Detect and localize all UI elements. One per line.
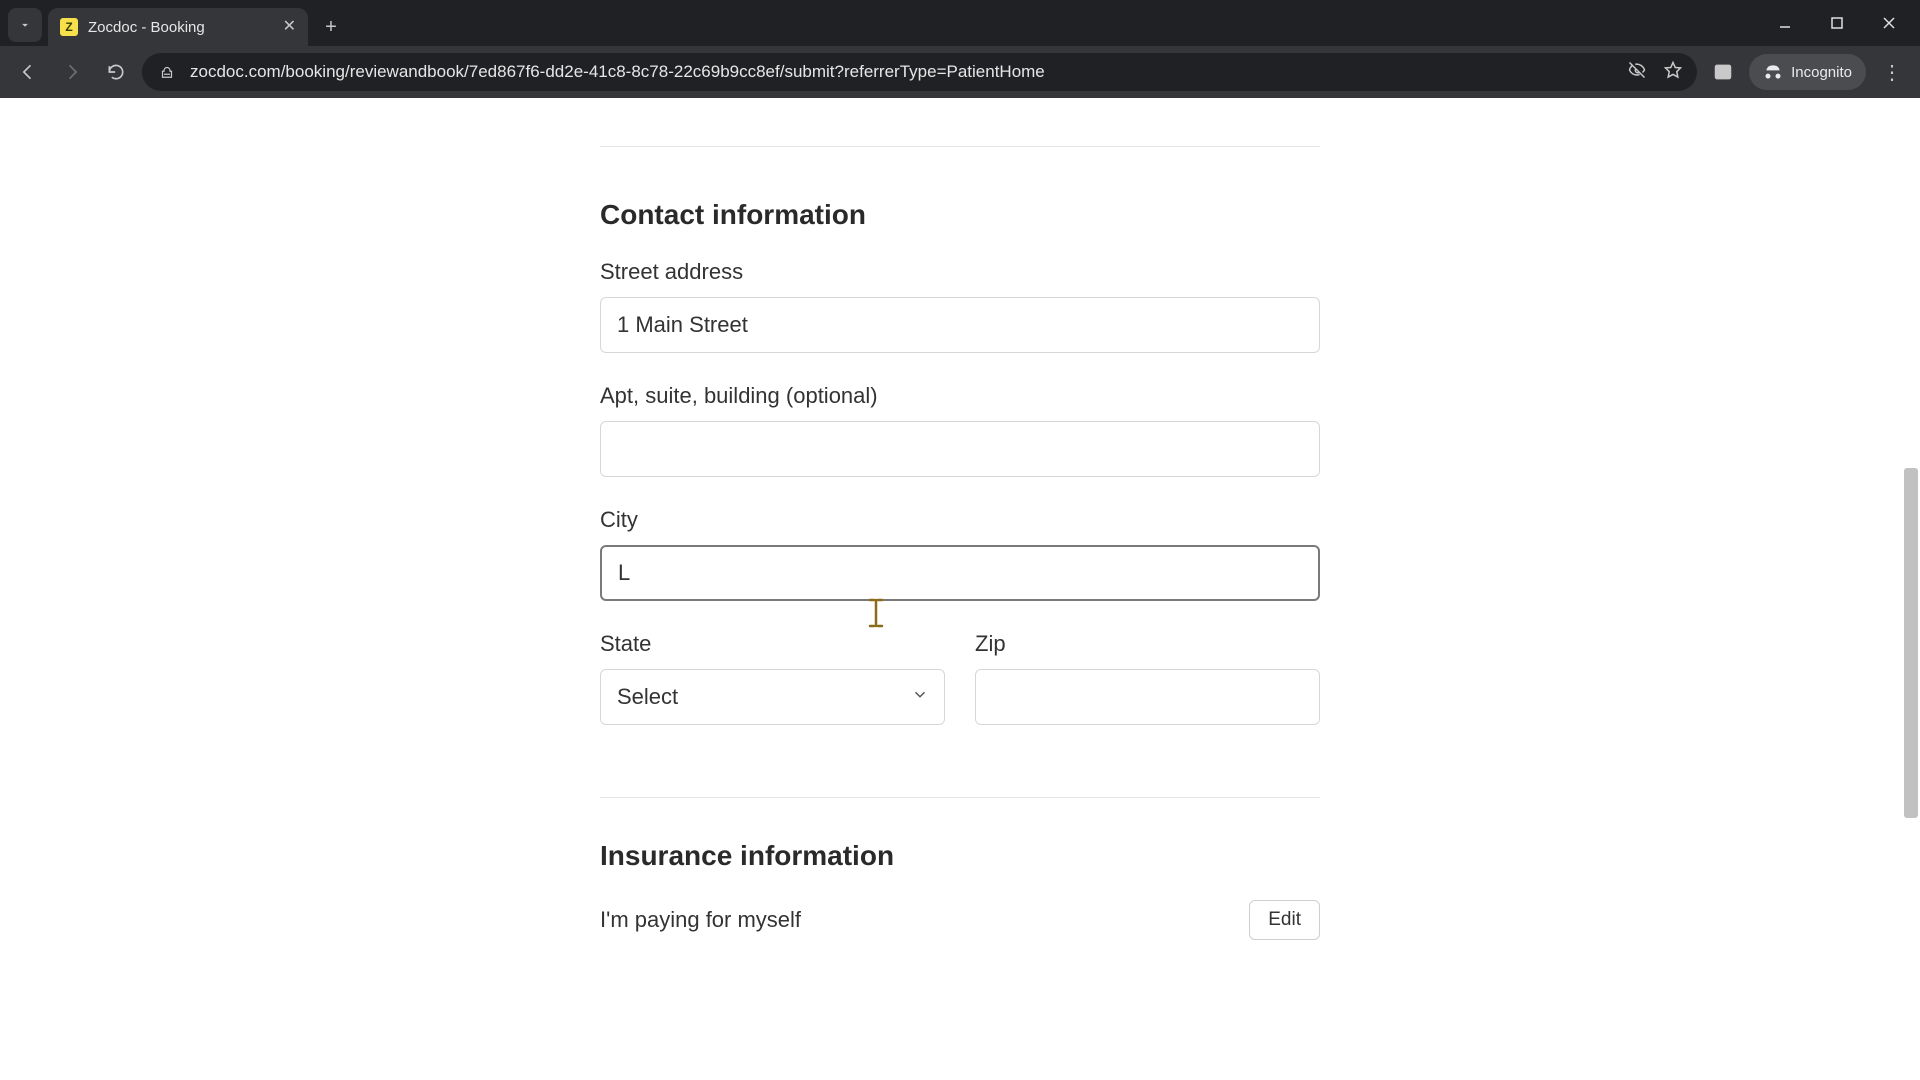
address-bar[interactable]: zocdoc.com/booking/reviewandbook/7ed867f… [142, 53, 1697, 91]
street-address-label: Street address [600, 259, 1320, 285]
browser-window: Z Zocdoc - Booking ✕ + [0, 0, 1920, 1080]
reload-button[interactable] [98, 54, 134, 90]
state-select-value[interactable] [600, 669, 945, 725]
contact-info-heading: Contact information [600, 199, 1320, 231]
browser-menu-button[interactable]: ⋮ [1874, 54, 1910, 90]
tab-strip: Z Zocdoc - Booking ✕ + [0, 0, 1920, 46]
state-select[interactable] [600, 669, 945, 725]
close-window-button[interactable] [1864, 5, 1914, 41]
back-button[interactable] [10, 54, 46, 90]
state-label: State [600, 631, 945, 657]
zip-label: Zip [975, 631, 1320, 657]
bookmark-star-icon[interactable] [1663, 60, 1683, 85]
section-divider [600, 797, 1320, 798]
maximize-button[interactable] [1812, 5, 1862, 41]
tab-title: Zocdoc - Booking [88, 19, 205, 36]
side-panel-button[interactable] [1705, 54, 1741, 90]
window-controls [1760, 0, 1914, 46]
insurance-info-heading: Insurance information [600, 840, 1320, 872]
new-tab-button[interactable]: + [316, 12, 346, 42]
apt-label: Apt, suite, building (optional) [600, 383, 1320, 409]
tab-search-button[interactable] [8, 8, 42, 42]
url-text: zocdoc.com/booking/reviewandbook/7ed867f… [190, 62, 1045, 82]
street-address-input[interactable] [600, 297, 1320, 353]
edit-insurance-button[interactable]: Edit [1249, 900, 1320, 940]
apt-input[interactable] [600, 421, 1320, 477]
eye-off-icon[interactable] [1627, 60, 1647, 85]
favicon-icon: Z [60, 18, 78, 36]
minimize-button[interactable] [1760, 5, 1810, 41]
scrollbar-thumb[interactable] [1904, 468, 1918, 818]
forward-button[interactable] [54, 54, 90, 90]
section-divider [600, 146, 1320, 147]
browser-tab[interactable]: Z Zocdoc - Booking ✕ [48, 8, 308, 46]
city-input[interactable] [600, 545, 1320, 601]
site-info-icon[interactable] [156, 61, 178, 83]
city-label: City [600, 507, 1320, 533]
close-tab-button[interactable]: ✕ [283, 19, 296, 35]
zip-input[interactable] [975, 669, 1320, 725]
incognito-label: Incognito [1791, 64, 1852, 81]
insurance-selection-text: I'm paying for myself [600, 907, 801, 933]
incognito-indicator[interactable]: Incognito [1749, 54, 1866, 90]
chevron-down-icon [911, 686, 929, 709]
page-viewport: Contact information Street address Apt, … [0, 98, 1920, 1080]
browser-toolbar: zocdoc.com/booking/reviewandbook/7ed867f… [0, 46, 1920, 98]
scrollbar-track[interactable] [1902, 98, 1920, 1080]
page-content: Contact information Street address Apt, … [0, 98, 1920, 1080]
